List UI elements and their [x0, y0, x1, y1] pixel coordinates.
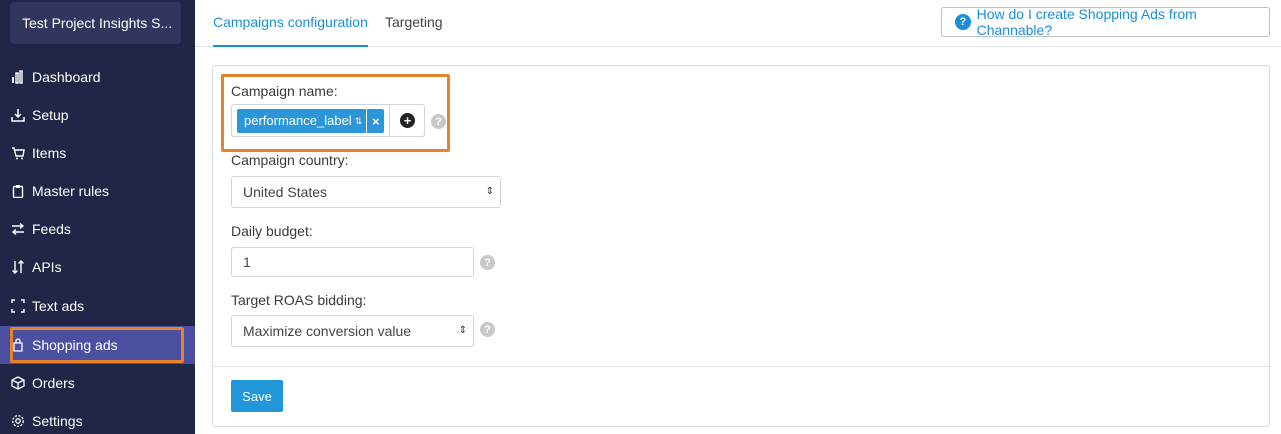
- sidebar-item-label: Master rules: [32, 183, 110, 199]
- save-button[interactable]: Save: [231, 380, 283, 412]
- help-link-button[interactable]: ? How do I create Shopping Ads from Chan…: [941, 6, 1270, 38]
- tab-campaigns-configuration[interactable]: Campaigns configuration: [213, 0, 368, 47]
- daily-budget-help-icon[interactable]: ?: [480, 255, 495, 270]
- tab-targeting[interactable]: Targeting: [385, 0, 443, 47]
- sidebar-item-label: Dashboard: [32, 69, 101, 85]
- sidebar-item-orders[interactable]: Orders: [0, 364, 195, 402]
- panel-divider: [213, 366, 1269, 367]
- sidebar-item-settings[interactable]: Settings: [0, 402, 195, 434]
- target-roas-select[interactable]: Maximize conversion value ⇕: [231, 315, 474, 347]
- sidebar-item-dashboard[interactable]: Dashboard: [0, 58, 195, 96]
- arrows-exchange-icon: [10, 221, 26, 237]
- campaign-name-highlight: [221, 74, 450, 152]
- campaign-country-value: United States: [243, 184, 328, 200]
- help-link-label: How do I create Shopping Ads from Channa…: [976, 6, 1197, 38]
- gear-icon: [10, 413, 26, 429]
- sidebar-item-setup[interactable]: Setup: [0, 96, 195, 134]
- clipboard-icon: [10, 183, 26, 199]
- target-roas-help-icon[interactable]: ?: [480, 322, 495, 337]
- select-arrows-icon: ⇕: [485, 186, 494, 197]
- sidebar-item-label: Text ads: [32, 298, 85, 314]
- target-roas-label: Target ROAS bidding:: [231, 292, 367, 308]
- cart-icon: [10, 145, 26, 161]
- question-circle-icon: ?: [955, 14, 971, 30]
- sidebar-item-master-rules[interactable]: Master rules: [0, 172, 195, 210]
- sidebar-item-feeds[interactable]: Feeds: [0, 210, 195, 248]
- sidebar-item-label: APIs: [32, 259, 62, 275]
- shopping-ads-highlight: [10, 327, 184, 363]
- sidebar-item-label: Setup: [32, 107, 69, 123]
- sidebar-item-label: Items: [32, 145, 67, 161]
- project-selector[interactable]: Test Project Insights S...: [10, 2, 181, 44]
- sidebar-item-label: Orders: [32, 375, 75, 391]
- daily-budget-label: Daily budget:: [231, 223, 313, 239]
- up-down-arrows-icon: [10, 259, 26, 275]
- select-arrows-icon: ⇕: [458, 325, 467, 336]
- sidebar-item-label: Settings: [32, 413, 83, 429]
- box-icon: [10, 375, 26, 391]
- sidebar-item-items[interactable]: Items: [0, 134, 195, 172]
- sidebar-item-text-ads[interactable]: Text ads: [0, 287, 195, 325]
- brackets-icon: [10, 298, 26, 314]
- target-roas-value: Maximize conversion value: [243, 323, 412, 339]
- campaign-country-label: Campaign country:: [231, 152, 349, 168]
- sidebar-item-label: Feeds: [32, 221, 71, 237]
- daily-budget-input[interactable]: 1: [231, 247, 474, 277]
- sidebar-item-apis[interactable]: APIs: [0, 248, 195, 286]
- download-tray-icon: [10, 107, 26, 123]
- bar-chart-icon: [10, 69, 26, 85]
- sidebar: Test Project Insights S... Dashboard Set…: [0, 0, 195, 434]
- campaign-country-select[interactable]: United States ⇕: [231, 176, 501, 208]
